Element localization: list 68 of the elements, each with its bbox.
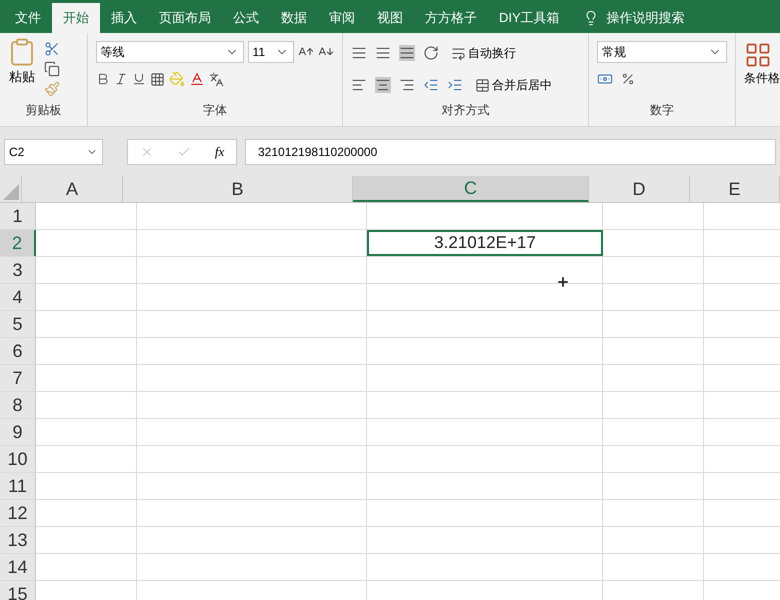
- paintbrush-icon: [44, 81, 60, 97]
- align-middle-icon: [375, 45, 392, 61]
- cell-cursor-icon: [556, 275, 570, 289]
- row-header[interactable]: 14: [0, 554, 36, 580]
- merge-cells-icon: [475, 78, 490, 92]
- align-center-icon: [375, 77, 392, 93]
- conditional-format-button[interactable]: 条件格: [744, 69, 780, 87]
- row-header[interactable]: 7: [0, 365, 36, 391]
- merge-center-button[interactable]: 合并后居中: [471, 73, 556, 97]
- indent-increase-icon: [447, 77, 464, 93]
- ribbon-tab[interactable]: DIY工具箱: [488, 3, 571, 33]
- group-label: 字体: [202, 103, 227, 117]
- row-header[interactable]: 12: [0, 500, 36, 526]
- font-color-icon: [188, 71, 205, 87]
- phonetic-guide-icon: [208, 72, 224, 86]
- orientation-icon: [423, 45, 440, 61]
- ribbon-tab[interactable]: 页面布局: [148, 3, 222, 33]
- column-header[interactable]: D: [589, 176, 690, 202]
- row-header[interactable]: 4: [0, 284, 36, 310]
- italic-icon: [114, 72, 128, 86]
- row-header[interactable]: 15: [0, 581, 36, 600]
- active-cell[interactable]: 3.21012E+17: [367, 230, 603, 256]
- conditional-format-icon: [744, 41, 772, 69]
- group-label: 剪贴板: [25, 103, 62, 117]
- align-right-icon: [399, 77, 416, 93]
- copy-icon: [44, 61, 60, 77]
- tell-me-search[interactable]: 操作说明搜索: [606, 8, 685, 28]
- number-format-dropdown[interactable]: 常规: [596, 41, 727, 63]
- font-name-dropdown[interactable]: 等线: [96, 41, 244, 63]
- scissors-icon: [44, 41, 60, 57]
- ribbon-tab[interactable]: 公式: [222, 3, 270, 33]
- row-header[interactable]: 8: [0, 392, 36, 418]
- indent-decrease-icon: [423, 77, 440, 93]
- ribbon-tab[interactable]: 数据: [270, 3, 318, 33]
- ribbon-tab[interactable]: 审阅: [318, 3, 366, 33]
- ribbon-tab[interactable]: 视图: [366, 3, 414, 33]
- row-header[interactable]: 5: [0, 311, 36, 337]
- row-header[interactable]: 13: [0, 527, 36, 553]
- row-header[interactable]: 2: [0, 230, 36, 256]
- group-label: 对齐方式: [441, 103, 490, 117]
- underline-icon: [132, 72, 146, 86]
- insert-function-button[interactable]: fx: [214, 142, 224, 162]
- column-header[interactable]: A: [22, 176, 123, 202]
- paste-button[interactable]: 粘贴: [4, 37, 40, 98]
- row-header[interactable]: 3: [0, 257, 36, 283]
- formula-input[interactable]: 321012198110200000: [245, 138, 776, 164]
- ribbon-tab[interactable]: 文件: [4, 3, 52, 33]
- row-header[interactable]: 6: [0, 338, 36, 364]
- ribbon-tab[interactable]: 开始: [52, 3, 100, 33]
- align-left-icon: [351, 77, 368, 93]
- column-header[interactable]: E: [690, 176, 780, 202]
- font-size-dropdown[interactable]: 11: [248, 41, 294, 63]
- align-top-icon: [351, 45, 368, 61]
- fill-bucket-icon: [168, 71, 185, 87]
- wrap-text-button[interactable]: 自动换行: [447, 41, 520, 65]
- name-box[interactable]: C2: [4, 138, 103, 164]
- column-header[interactable]: C: [353, 176, 589, 202]
- align-bottom-icon: [399, 45, 416, 61]
- wrap-text-icon: [451, 46, 466, 60]
- row-header[interactable]: 10: [0, 446, 36, 472]
- ribbon-tab[interactable]: 插入: [100, 3, 148, 33]
- percent-icon: [620, 72, 635, 86]
- group-label: 数字: [650, 103, 674, 117]
- ribbon-tab[interactable]: 方方格子: [414, 3, 488, 33]
- row-header[interactable]: 9: [0, 419, 36, 445]
- border-icon: [150, 72, 165, 86]
- row-header[interactable]: 1: [0, 203, 36, 229]
- row-header[interactable]: 11: [0, 473, 36, 499]
